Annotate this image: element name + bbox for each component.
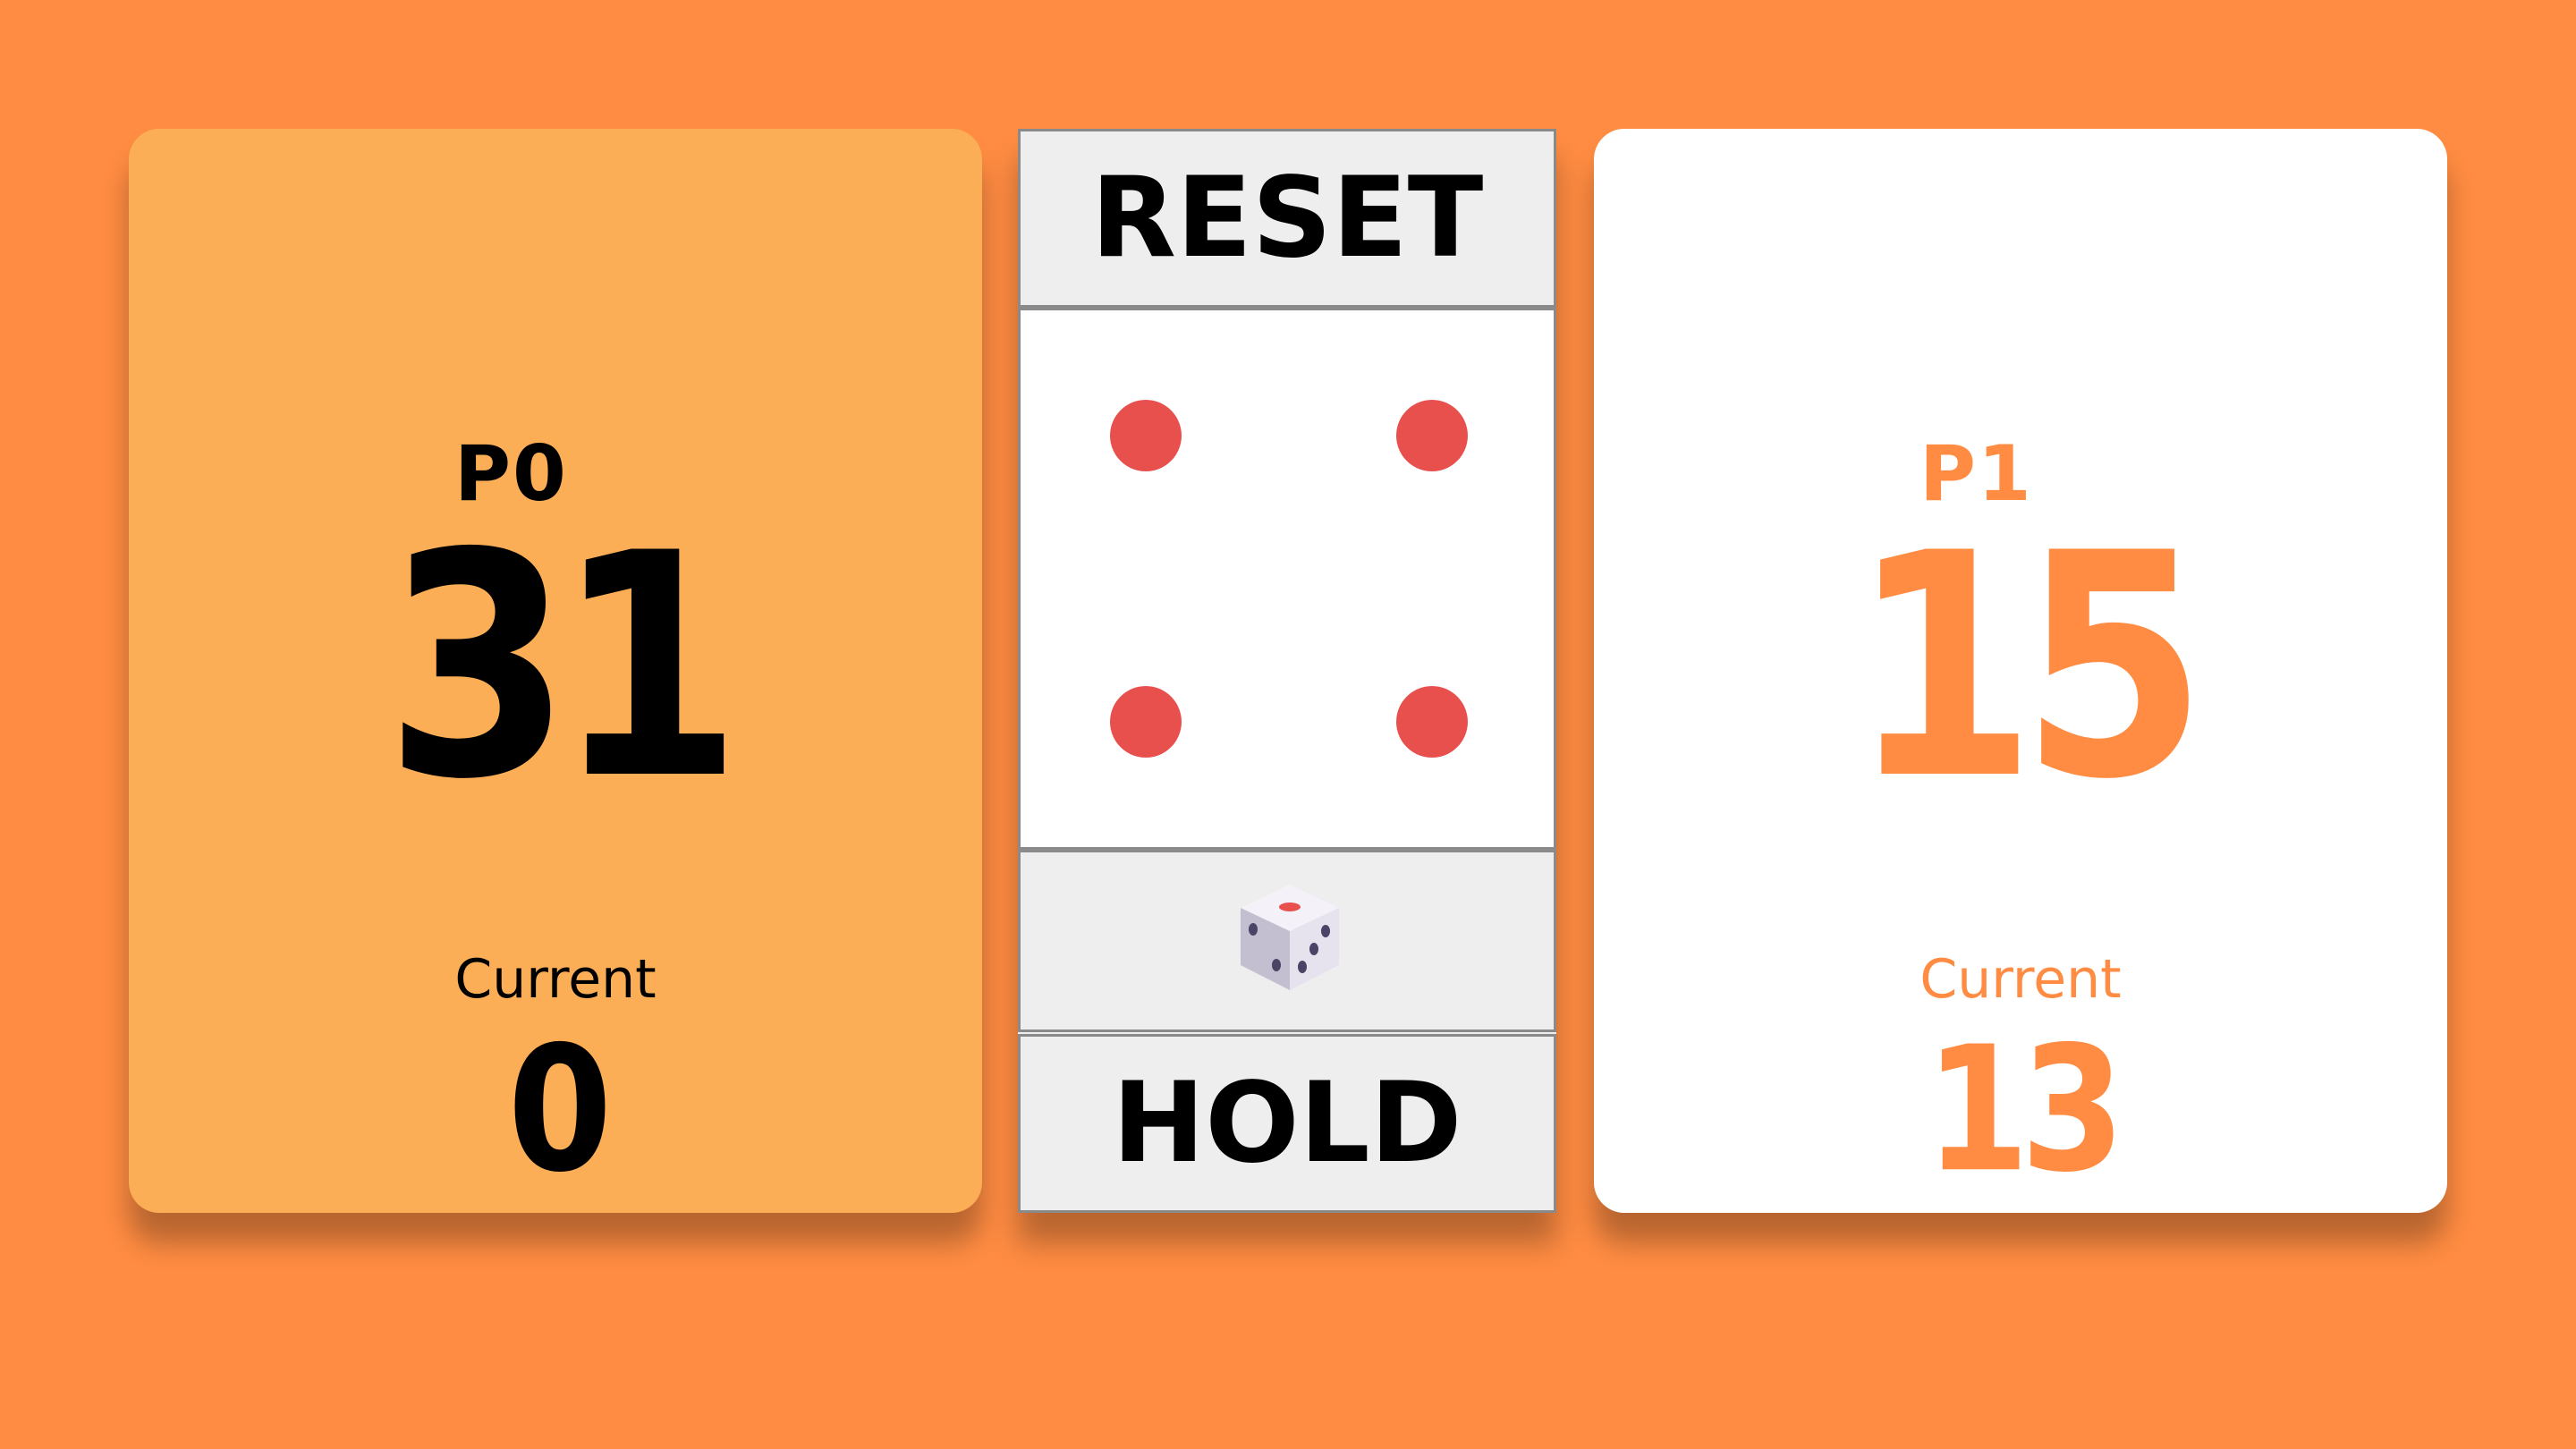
current-label: Current — [1919, 948, 2122, 1011]
dice-face — [1018, 308, 1556, 850]
player-total-score: 31 — [385, 487, 741, 847]
dice-icon — [1241, 885, 1339, 990]
game-controls: RESET HOLD — [1018, 129, 1556, 1213]
dice-pip — [1110, 686, 1182, 758]
current-label: Current — [454, 948, 657, 1011]
player-total-score: 15 — [1850, 487, 2207, 847]
current-score: 13 — [1925, 1008, 2125, 1211]
hold-button[interactable]: HOLD — [1018, 1034, 1556, 1213]
dice-pip — [1396, 686, 1468, 758]
player-panel-p0: P0 31 Current 0 — [129, 129, 982, 1213]
player-panel-p1: P1 15 Current 13 — [1594, 129, 2447, 1213]
current-score: 0 — [507, 1008, 613, 1211]
dice-pip — [1396, 400, 1468, 471]
dice-pip — [1110, 400, 1182, 471]
roll-dice-button[interactable] — [1018, 850, 1556, 1032]
reset-button[interactable]: RESET — [1018, 129, 1556, 308]
